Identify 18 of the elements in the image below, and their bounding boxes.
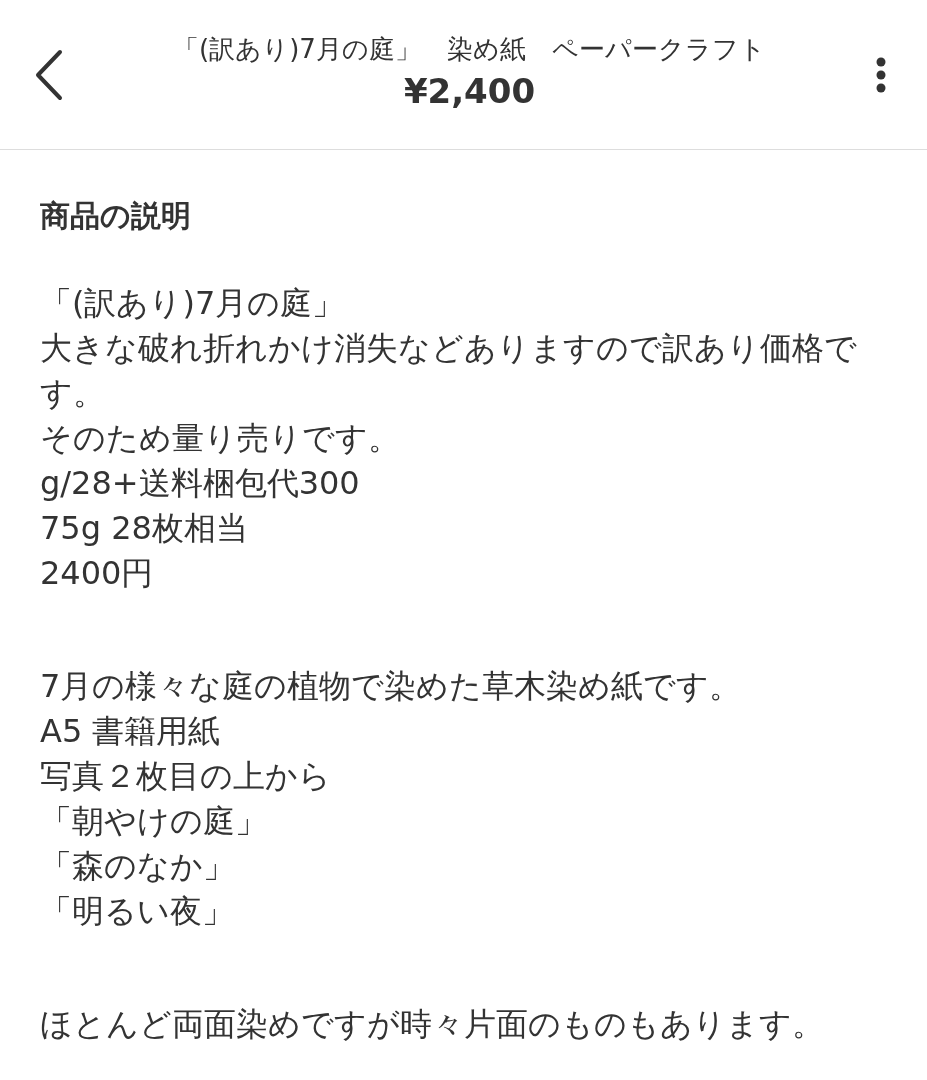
description-line: g/28+送料梱包代300 xyxy=(40,463,361,504)
description-line: 「森のなか」 xyxy=(40,846,236,887)
more-icon xyxy=(875,56,887,93)
section-heading: 商品の説明 xyxy=(40,197,192,235)
description-line: 「明るい夜」 xyxy=(40,891,235,932)
description-line: 「朝やけの庭」 xyxy=(40,801,268,842)
description-line: 7月の様々な庭の植物で染めた草木染め紙です。 xyxy=(40,666,743,707)
description-line: 2400円 xyxy=(40,553,155,594)
chevron-left-icon xyxy=(34,48,64,101)
description-line: 75g 28枚相当 xyxy=(40,508,249,549)
description-line: ほとんど両面染めですが時々片面のものもあります。 xyxy=(40,1004,825,1045)
description-line: 大きな破れ折れかけ消失などありますので訳あり価格です。 xyxy=(40,328,858,414)
description-line: A5 書籍用紙 xyxy=(40,711,222,752)
description-line: そのため量り売りです。 xyxy=(40,418,401,459)
description-line: 「(訳あり)7月の庭」 xyxy=(40,283,346,324)
product-price: ¥2,400 xyxy=(403,71,536,111)
product-title: 「(訳あり)7月の庭」 染め紙 ペーパークラフト xyxy=(173,33,766,66)
description-line: 写真２枚目の上から xyxy=(40,756,332,797)
